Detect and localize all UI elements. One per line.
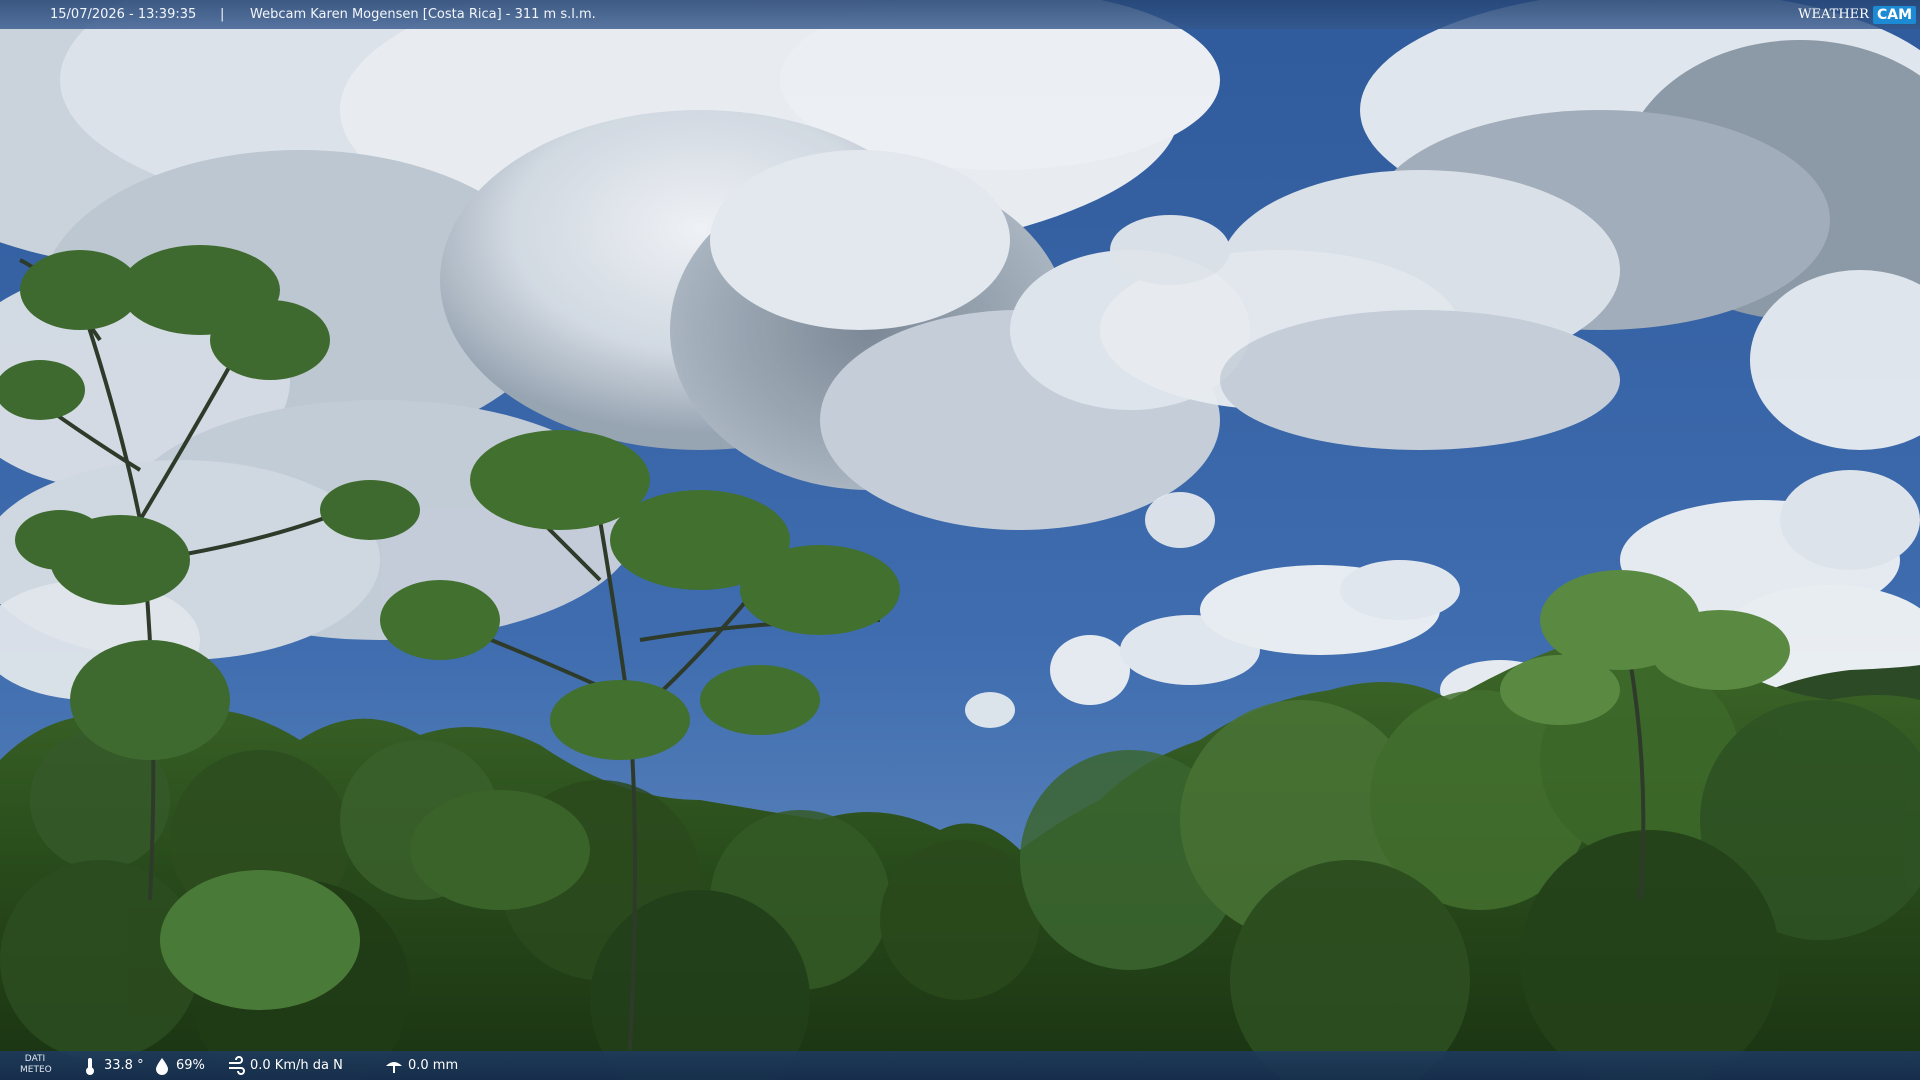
logo-word: WEATHER (1798, 7, 1869, 22)
humidity-drop-icon (156, 1057, 168, 1075)
meteo-label: DATI METEO (20, 1054, 52, 1076)
camera-title: Webcam Karen Mogensen [Costa Rica] - 311… (250, 7, 596, 22)
humidity-reading: 69% (152, 1051, 205, 1080)
rain-reading: 0.0 mm (384, 1051, 458, 1080)
wind-reading: 0.0 Km/h da N (226, 1051, 343, 1080)
weather-bar: DATI METEO 33.8 ° 69% 0.0 Km/h da N 0.0 … (0, 1051, 1920, 1080)
wind-icon (229, 1055, 245, 1075)
humidity-value: 69% (176, 1058, 205, 1073)
meteo-label-line1: DATI (24, 1054, 46, 1064)
meteo-label-line2: METEO (20, 1065, 52, 1075)
weathercam-logo[interactable]: WEATHER CAM (1798, 0, 1920, 29)
rain-value: 0.0 mm (408, 1058, 459, 1073)
header-separator: | (220, 7, 225, 22)
wind-value: 0.0 Km/h da N (250, 1058, 343, 1073)
logo-mark: CAM (1872, 5, 1916, 24)
webcam-scene (0, 0, 1920, 1080)
temperature-reading: 33.8 ° (80, 1051, 144, 1080)
header-bar: 15/07/2026 - 13:39:35 | Webcam Karen Mog… (0, 0, 1920, 29)
temperature-value: 33.8 ° (104, 1058, 144, 1073)
timestamp: 15/07/2026 - 13:39:35 (50, 7, 197, 22)
rain-icon (386, 1061, 402, 1073)
thermometer-icon (86, 1057, 94, 1075)
